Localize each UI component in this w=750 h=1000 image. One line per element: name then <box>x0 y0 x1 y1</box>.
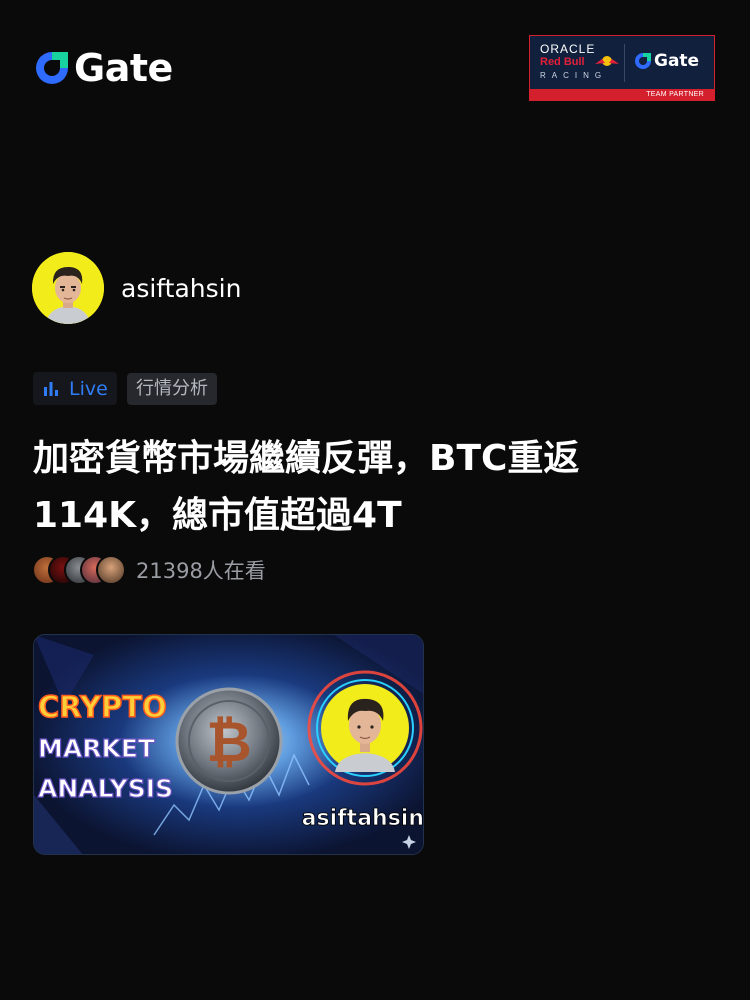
bull-icon <box>595 56 619 66</box>
bar-chart-icon <box>44 381 58 396</box>
gate-logo-text: Gate <box>74 46 173 90</box>
partner-gate-logo: Gate <box>634 51 699 71</box>
viewer-avatar <box>96 555 126 585</box>
post-title-line2: 114K，總市值超過4T <box>33 495 402 536</box>
thumbnail-art: ₿ CRYPTO MARKET ANALYSIS asiftahsin <box>34 635 424 854</box>
svg-text:₿: ₿ <box>206 710 252 775</box>
cartoon-avatar-icon <box>32 252 104 324</box>
viewer-count: 21398人在看 <box>136 559 266 583</box>
team-partner-band: TEAM PARTNER <box>530 89 714 100</box>
thumb-line1: CRYPTO <box>38 690 167 724</box>
post-title[interactable]: 加密貨幣市場繼續反彈，BTC重返 114K，總市值超過4T <box>33 430 673 544</box>
partner-banner[interactable]: ORACLE Red Bull RACING Gate TEAM PARTNER <box>529 35 715 101</box>
post-title-line1: 加密貨幣市場繼續反彈，BTC重返 <box>33 438 580 479</box>
post-thumbnail[interactable]: ₿ CRYPTO MARKET ANALYSIS asiftahsin <box>33 634 424 855</box>
live-tag[interactable]: Live <box>33 372 117 405</box>
author-avatar[interactable] <box>32 252 104 324</box>
viewer-avatars <box>32 554 130 586</box>
oracle-text: ORACLE <box>540 42 596 56</box>
category-tag[interactable]: 行情分析 <box>127 373 217 405</box>
thumb-handle: asiftahsin <box>302 806 424 831</box>
gate-logo[interactable]: Gate <box>34 46 173 90</box>
thumb-line3: ANALYSIS <box>38 774 173 803</box>
viewers-row: 21398人在看 <box>32 553 266 587</box>
partner-gate-text: Gate <box>654 51 700 71</box>
gate-logo-icon <box>36 52 68 84</box>
author-name[interactable]: asiftahsin <box>121 274 241 303</box>
thumb-line2: MARKET <box>38 734 155 763</box>
racing-text: RACING <box>540 71 608 80</box>
partner-divider <box>624 44 625 82</box>
redbull-text: Red Bull <box>540 56 585 68</box>
live-tag-label: Live <box>69 377 108 400</box>
gate-logo-small-icon <box>635 53 651 69</box>
